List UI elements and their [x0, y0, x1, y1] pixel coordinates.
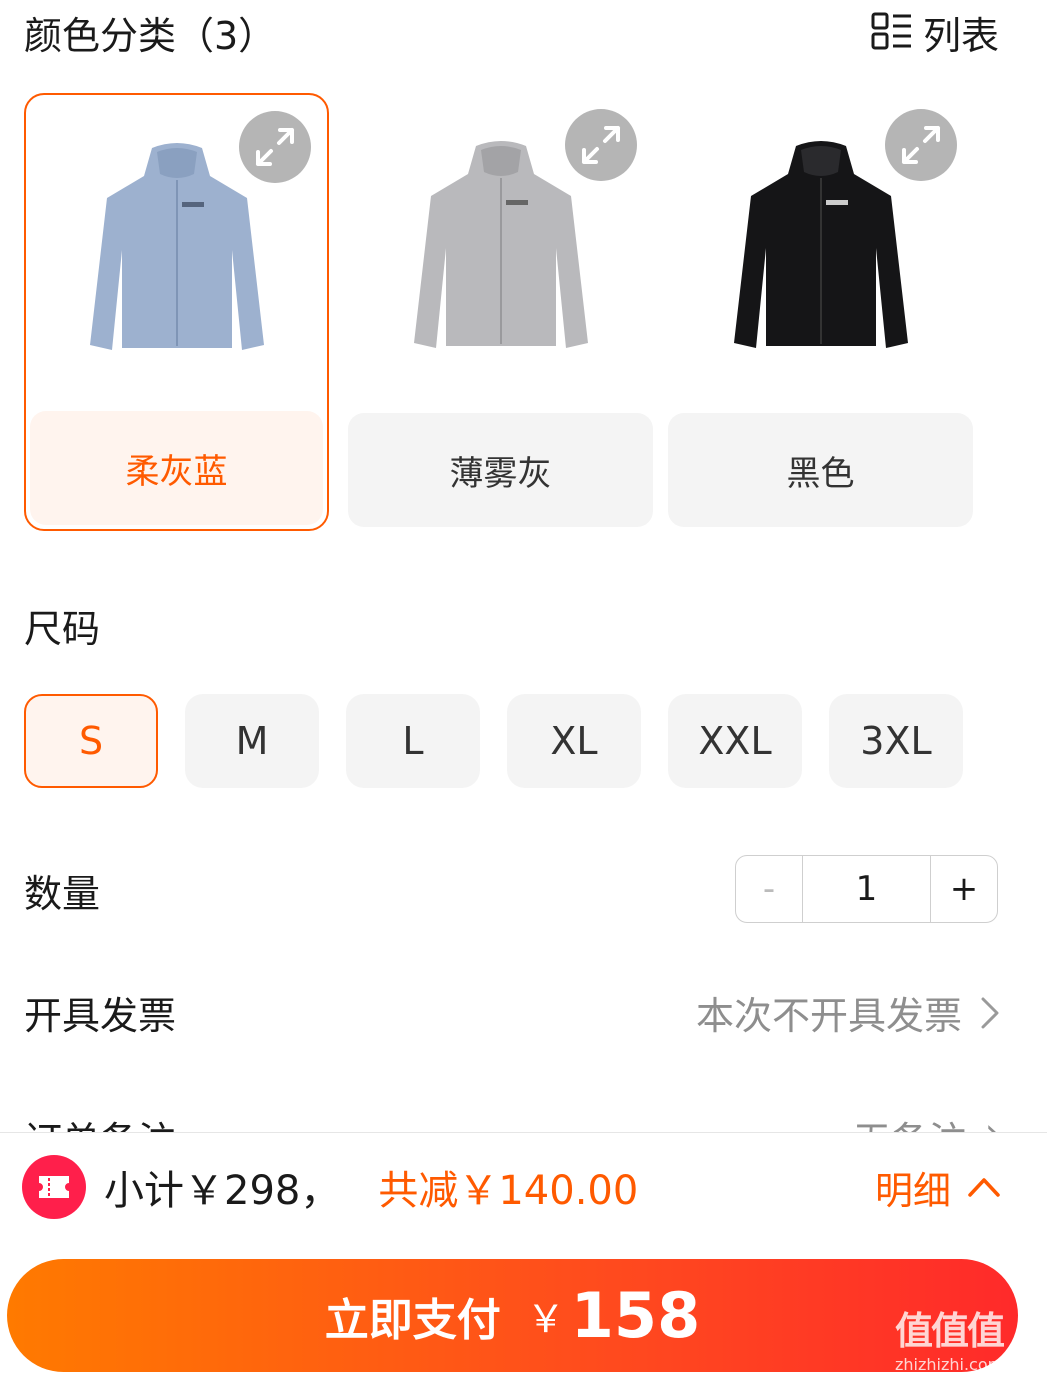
color-option-mist-gray[interactable]: 薄雾灰 — [348, 93, 653, 531]
color-option-black[interactable]: 黑色 — [668, 93, 973, 531]
jacket-image — [89, 143, 264, 350]
order-remark-row[interactable]: 订单备注 无备注 › — [0, 1100, 1047, 1133]
detail-label: 明细 — [874, 1168, 951, 1213]
decrease-quantity-button[interactable]: - — [736, 856, 803, 922]
pay-now-label: 立即支付 — [324, 1294, 501, 1346]
chevron-right-icon: › — [984, 1110, 1000, 1133]
invoice-label: 开具发票 — [24, 994, 177, 1038]
list-view-label: 列表 — [922, 13, 999, 58]
price-summary: 小计￥298， 共减￥140.00 明细 — [22, 1155, 1007, 1219]
color-label: 柔灰蓝 — [30, 411, 323, 525]
color-section-title: 颜色分类（3） — [24, 13, 277, 58]
color-label: 黑色 — [668, 413, 973, 527]
jacket-image — [413, 141, 588, 348]
watermark-url: zhizhizhi.com — [895, 1355, 1004, 1374]
pay-amount: 158 — [570, 1279, 701, 1352]
order-remark-label: 订单备注 — [24, 1110, 176, 1133]
pay-currency: ￥ — [526, 1297, 565, 1341]
color-label: 薄雾灰 — [348, 413, 653, 527]
subtotal-text: 小计￥298， — [104, 1168, 341, 1214]
watermark-text: 值值值 — [895, 1309, 1005, 1353]
expand-image-button[interactable] — [565, 109, 637, 181]
size-option-xxl[interactable]: XXL — [668, 694, 802, 788]
pay-now-button[interactable]: 立即支付 ￥ 158 — [7, 1259, 1018, 1372]
discount-text: 共减￥140.00 — [378, 1168, 639, 1214]
invoice-value: 本次不开具发票 — [695, 994, 962, 1038]
size-option-xl[interactable]: XL — [507, 694, 641, 788]
size-option-s[interactable]: S — [24, 694, 158, 788]
order-remark-value: 无备注 › — [853, 1110, 1000, 1133]
expand-image-button[interactable] — [885, 109, 957, 181]
chevron-right-icon — [981, 997, 999, 1028]
list-view-icon — [871, 12, 911, 50]
quantity-label: 数量 — [24, 872, 101, 916]
chevron-up-icon — [968, 1178, 1000, 1197]
quantity-stepper: - 1 + — [735, 855, 998, 923]
increase-quantity-button[interactable]: + — [930, 856, 997, 922]
watermark: 值值值 zhizhizhi.com — [895, 1300, 1043, 1385]
coupon-icon — [22, 1155, 86, 1219]
color-section-header: 颜色分类（3） 列表 — [24, 4, 999, 60]
list-view-toggle[interactable]: 列表 — [871, 5, 999, 60]
jacket-image — [733, 141, 908, 348]
expand-image-button[interactable] — [239, 111, 311, 183]
size-options: S M L XL XXL 3XL — [24, 694, 984, 790]
color-options: 柔灰蓝 薄雾灰 黑色 — [24, 93, 984, 533]
quantity-value[interactable]: 1 — [803, 856, 930, 922]
size-option-l[interactable]: L — [346, 694, 480, 788]
size-section-title: 尺码 — [24, 607, 101, 651]
expand-icon — [582, 126, 620, 164]
expand-icon — [256, 128, 294, 166]
size-option-m[interactable]: M — [185, 694, 319, 788]
price-detail-button[interactable]: 明细 — [875, 1155, 1001, 1219]
size-option-3xl[interactable]: 3XL — [829, 694, 963, 788]
expand-icon — [902, 126, 940, 164]
invoice-selector[interactable]: 本次不开具发票 — [696, 985, 1000, 1040]
color-option-soft-gray-blue[interactable]: 柔灰蓝 — [24, 93, 329, 531]
checkout-bar: 小计￥298， 共减￥140.00 明细 立即支付 ￥ 158 — [0, 1132, 1047, 1389]
